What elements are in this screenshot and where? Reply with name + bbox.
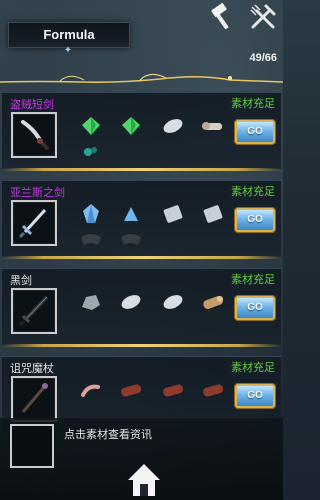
recipe-name: 盗贼短剑 <box>10 98 54 111</box>
ornament-icon: ✦ <box>63 45 73 56</box>
recipe-counter: 49/66 <box>249 52 277 64</box>
go-button[interactable]: GO <box>235 296 275 320</box>
weapon-slot[interactable] <box>11 112 57 158</box>
gold-divider <box>2 256 281 259</box>
silver-scroll-icon[interactable] <box>200 203 226 225</box>
go-button[interactable]: GO <box>235 208 275 232</box>
hammer-icon[interactable] <box>208 2 238 32</box>
red-log-icon[interactable] <box>118 379 144 401</box>
status-text: 素材充足 <box>231 185 275 198</box>
selected-item-slot <box>10 424 54 468</box>
blue-shard-icon[interactable] <box>118 203 144 225</box>
green-crystal-icon[interactable] <box>78 115 104 137</box>
wood-log-icon[interactable] <box>200 291 226 313</box>
status-text: 素材充足 <box>231 361 275 374</box>
status-text: 素材充足 <box>231 97 275 110</box>
pink-bone-icon[interactable] <box>78 379 104 401</box>
dagger-icon <box>21 120 49 150</box>
weapon-slot[interactable] <box>11 288 57 334</box>
recipe-name: 亚兰斯之剑 <box>10 186 65 199</box>
red-log-icon[interactable] <box>160 379 186 401</box>
green-crystal-icon[interactable] <box>118 115 144 137</box>
weapon-slot[interactable] <box>11 376 57 422</box>
recipe-row-aranth-sword[interactable]: 亚兰斯之剑 素材充足 GO <box>2 180 281 259</box>
gold-flourish-line <box>0 74 283 83</box>
header: Formula ✦ 49/66 <box>0 0 283 83</box>
recipe-name: 诅咒魔杖 <box>10 362 54 375</box>
recipe-list: 盗贼短剑 素材充足 GO 亚兰斯之剑 素材充足 GO 黑剑 素材充足 GO 诅咒… <box>0 88 283 433</box>
dark-cloth-icon[interactable] <box>78 229 104 251</box>
recipe-row-thief-dagger[interactable]: 盗贼短剑 素材充足 GO <box>2 92 281 171</box>
gray-rock-icon[interactable] <box>78 291 104 313</box>
gold-divider <box>2 344 281 347</box>
ornate-sword-icon <box>18 208 47 239</box>
staff-icon <box>21 383 48 413</box>
recipe-name: 黑剑 <box>10 274 32 287</box>
red-log-icon[interactable] <box>200 379 226 401</box>
teal-flower-icon[interactable] <box>78 141 104 163</box>
silver-feather-icon[interactable] <box>160 115 186 137</box>
silver-feather-icon[interactable] <box>160 291 186 313</box>
silver-feather-icon[interactable] <box>118 291 144 313</box>
recipe-row-black-sword[interactable]: 黑剑 素材充足 GO <box>2 268 281 347</box>
go-button[interactable]: GO <box>235 120 275 144</box>
info-hint-text: 点击素材查看资讯 <box>64 428 152 441</box>
black-sword-icon <box>18 295 49 327</box>
home-icon[interactable] <box>124 460 164 500</box>
fork-wrench-icon[interactable] <box>248 2 278 32</box>
page-title: Formula <box>43 27 95 42</box>
go-button[interactable]: GO <box>235 384 275 408</box>
blue-crystal-icon[interactable] <box>78 203 104 225</box>
weapon-slot[interactable] <box>11 200 57 246</box>
gold-divider <box>2 168 281 171</box>
dark-cloth-icon[interactable] <box>118 229 144 251</box>
bone-scroll-icon[interactable] <box>200 115 226 137</box>
silver-scroll-icon[interactable] <box>160 203 186 225</box>
status-text: 素材充足 <box>231 273 275 286</box>
